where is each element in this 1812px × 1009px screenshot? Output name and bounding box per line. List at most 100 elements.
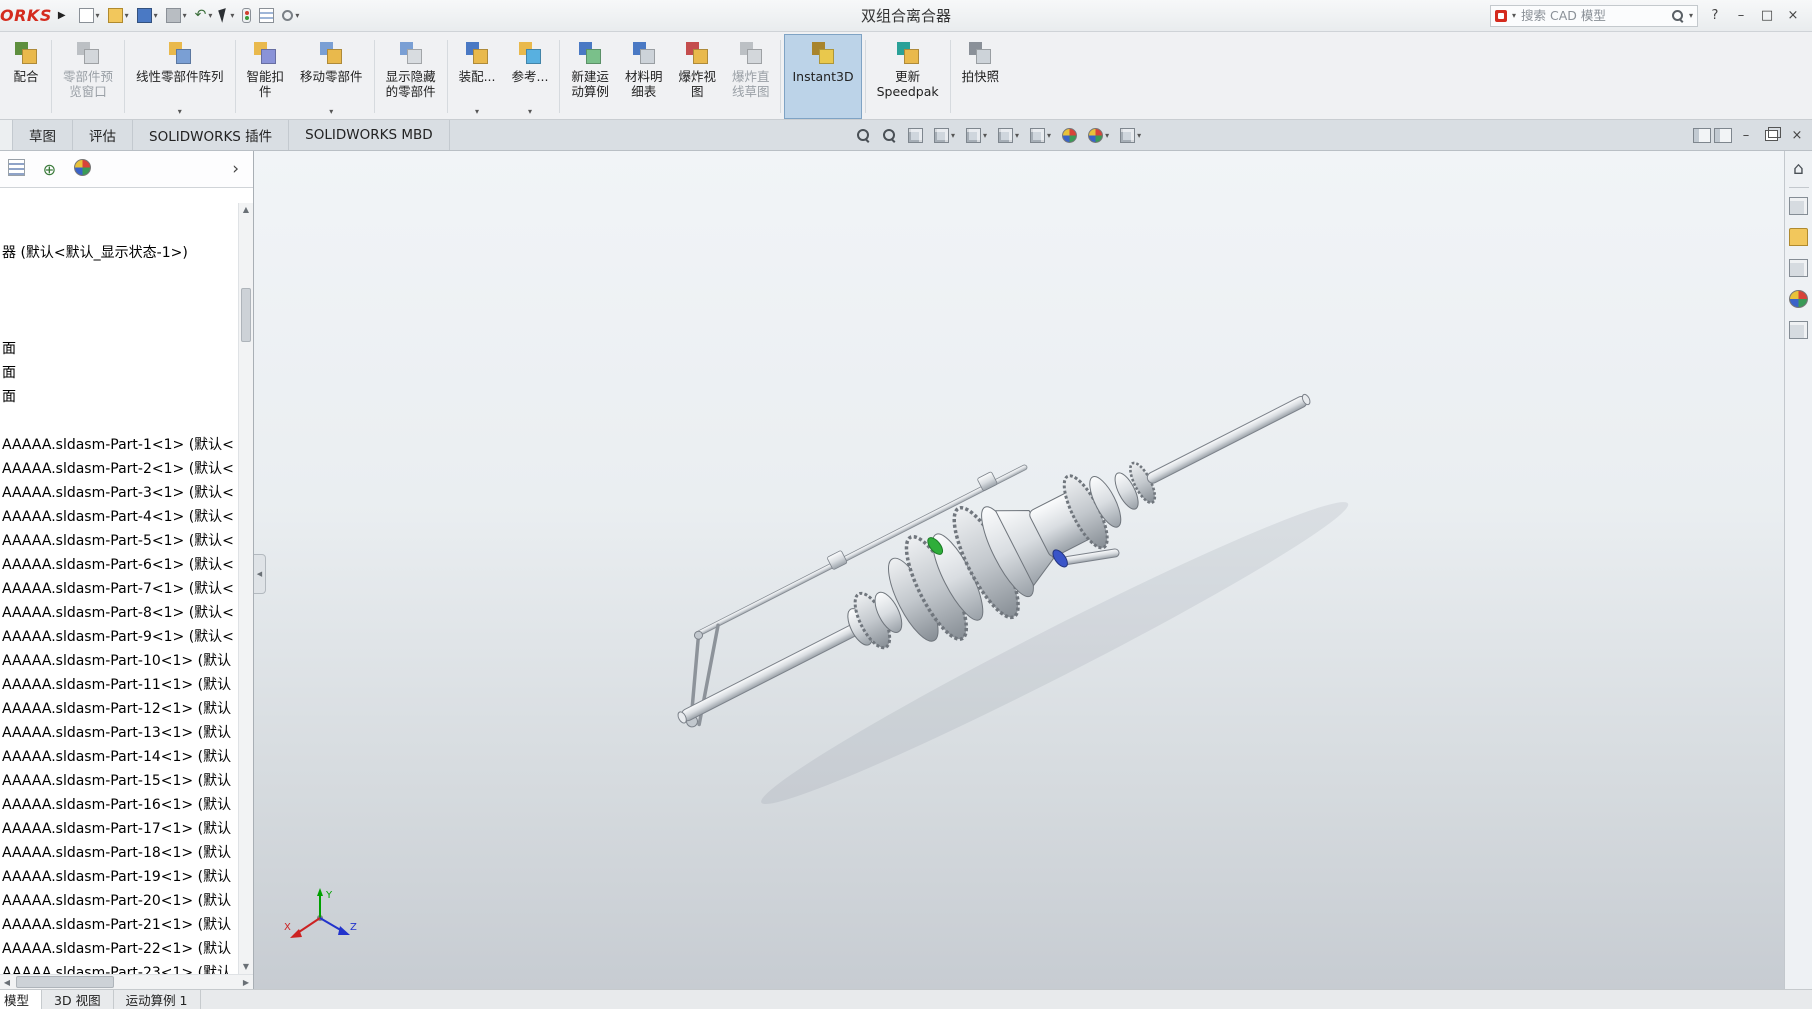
update-speedpak-button[interactable]: 更新 Speedpak xyxy=(869,34,947,119)
tree-row[interactable]: 面 xyxy=(0,337,237,361)
search-scope-dropdown[interactable]: ▾ xyxy=(1512,11,1516,20)
tree-row[interactable]: AAAAA.sldasm-Part-17<1> (默认 xyxy=(0,817,237,841)
tree-row[interactable]: AAAAA.sldasm-Part-18<1> (默认 xyxy=(0,841,237,865)
maximize-button[interactable]: □ xyxy=(1754,2,1780,30)
tree-row[interactable]: AAAAA.sldasm-Part-6<1> (默认< xyxy=(0,553,237,577)
smart-fasteners-button[interactable]: 智能扣 件 xyxy=(239,34,293,119)
scroll-up-icon[interactable]: ▲ xyxy=(239,203,253,217)
print-dropdown[interactable]: ▾ xyxy=(183,11,187,20)
move-component-button[interactable]: 移动零部件 ▾ xyxy=(292,34,371,119)
clutch-assembly-model[interactable] xyxy=(254,151,1784,989)
output-shaft[interactable] xyxy=(1145,393,1311,485)
design-library-button[interactable] xyxy=(1789,197,1808,219)
tree-row[interactable]: AAAAA.sldasm-Part-4<1> (默认< xyxy=(0,505,237,529)
doc-minimize-button[interactable]: – xyxy=(1735,128,1757,143)
new-motion-study-button[interactable]: 新建运 动算例 xyxy=(563,34,617,119)
tree-row[interactable]: 面 xyxy=(0,361,237,385)
edit-appearance-button[interactable] xyxy=(1062,127,1078,143)
display-style-button[interactable]: ▾ xyxy=(998,127,1019,143)
displaymanager-tab[interactable] xyxy=(74,158,91,180)
hide-show-items-button[interactable]: ▾ xyxy=(1030,127,1051,143)
open-button[interactable]: ▾ xyxy=(105,6,132,25)
select-dropdown[interactable]: ▾ xyxy=(230,11,234,20)
tree-row[interactable]: AAAAA.sldasm-Part-16<1> (默认 xyxy=(0,793,237,817)
tree-row[interactable]: AAAAA.sldasm-Part-7<1> (默认< xyxy=(0,577,237,601)
tree-row[interactable]: AAAAA.sldasm-Part-12<1> (默认 xyxy=(0,697,237,721)
view-settings-button[interactable]: ▾ xyxy=(1120,127,1141,143)
tree-row[interactable]: AAAAA.sldasm-Part-8<1> (默认< xyxy=(0,601,237,625)
doc-close-button[interactable]: × xyxy=(1786,128,1808,143)
menu-expand-arrow[interactable]: ▶ xyxy=(58,10,66,21)
tab-evaluate[interactable]: 评估 xyxy=(73,120,133,150)
search-scope-icon[interactable] xyxy=(1495,9,1507,22)
tree-vertical-scrollbar[interactable]: ▲ ▼ xyxy=(238,203,253,974)
tree-row[interactable]: AAAAA.sldasm-Part-9<1> (默认< xyxy=(0,625,237,649)
horizontal-scroll-thumb[interactable] xyxy=(16,976,114,988)
section-view-dropdown[interactable]: ▾ xyxy=(951,131,955,140)
exploded-view-button[interactable]: 爆炸视 图 xyxy=(670,34,724,119)
tree-row[interactable]: AAAAA.sldasm-Part-5<1> (默认< xyxy=(0,529,237,553)
file-properties-button[interactable] xyxy=(256,6,277,25)
reference-geometry-dropdown[interactable]: ▾ xyxy=(528,106,532,116)
view-orientation-button[interactable]: ▾ xyxy=(966,127,987,143)
tree-row[interactable]: AAAAA.sldasm-Part-3<1> (默认< xyxy=(0,481,237,505)
view-orientation-dropdown[interactable]: ▾ xyxy=(983,131,987,140)
take-snapshot-button[interactable]: 拍快照 xyxy=(954,34,1008,119)
zoom-to-fit-button[interactable] xyxy=(856,128,871,143)
tree-row[interactable]: AAAAA.sldasm-Part-23<1> (默认 xyxy=(0,961,237,974)
apply-scene-button[interactable]: ▾ xyxy=(1088,127,1109,143)
tree-row[interactable]: AAAAA.sldasm-Part-14<1> (默认 xyxy=(0,745,237,769)
new-document-button[interactable]: ▾ xyxy=(76,6,103,25)
view-settings-dropdown[interactable]: ▾ xyxy=(1137,131,1141,140)
hide-show-items-dropdown[interactable]: ▾ xyxy=(1047,131,1051,140)
rebuild-button[interactable] xyxy=(239,6,254,25)
print-button[interactable]: ▾ xyxy=(163,6,190,25)
new-document-dropdown[interactable]: ▾ xyxy=(96,11,100,20)
display-style-dropdown[interactable]: ▾ xyxy=(1015,131,1019,140)
search-box[interactable]: ▾ ▾ xyxy=(1490,4,1698,27)
select-button[interactable]: ▾ xyxy=(217,7,237,24)
vertical-scroll-thumb[interactable] xyxy=(241,288,251,342)
scroll-left-icon[interactable]: ◀ xyxy=(0,978,14,987)
file-explorer-button[interactable] xyxy=(1789,228,1808,250)
tab-sketch[interactable]: 草图 xyxy=(13,120,73,150)
section-view-button[interactable]: ▾ xyxy=(934,127,955,143)
tab-assembly-partial[interactable] xyxy=(0,120,13,150)
tab-solidworks-mbd[interactable]: SOLIDWORKS MBD xyxy=(289,120,450,150)
tree-row[interactable]: AAAAA.sldasm-Part-10<1> (默认 xyxy=(0,649,237,673)
tree-row[interactable]: AAAAA.sldasm-Part-13<1> (默认 xyxy=(0,721,237,745)
featuremanager-tab[interactable] xyxy=(8,158,25,180)
linear-component-pattern-button[interactable]: 线性零部件阵列 ▾ xyxy=(128,34,232,119)
bill-of-materials-button[interactable]: 材料明 细表 xyxy=(617,34,671,119)
instant3d-button[interactable]: Instant3D xyxy=(784,34,862,119)
appearances-scenes-button[interactable] xyxy=(1789,290,1808,312)
view-palette-button[interactable] xyxy=(1789,259,1808,281)
panel-collapse-handle[interactable]: ◀ xyxy=(254,554,266,594)
save-button[interactable]: ▾ xyxy=(134,6,161,25)
minimize-button[interactable]: – xyxy=(1728,2,1754,30)
undo-dropdown[interactable]: ▾ xyxy=(208,11,212,20)
tree-row[interactable]: AAAAA.sldasm-Part-19<1> (默认 xyxy=(0,865,237,889)
tree-row[interactable]: AAAAA.sldasm-Part-1<1> (默认< xyxy=(0,433,237,457)
open-dropdown[interactable]: ▾ xyxy=(125,11,129,20)
solidworks-resources-button[interactable]: ⌂ xyxy=(1789,159,1808,178)
linear-component-pattern-dropdown[interactable]: ▾ xyxy=(178,106,182,116)
tab-model[interactable]: 模型 xyxy=(0,990,43,1009)
assembly-features-button[interactable]: 装配... ▾ xyxy=(451,34,504,119)
close-button[interactable]: × xyxy=(1780,2,1806,30)
tab-3d-views[interactable]: 3D 视图 xyxy=(42,990,114,1009)
reference-geometry-button[interactable]: 参考... ▾ xyxy=(504,34,557,119)
search-dropdown[interactable]: ▾ xyxy=(1689,11,1693,20)
tree-row[interactable]: AAAAA.sldasm-Part-11<1> (默认 xyxy=(0,673,237,697)
tree-horizontal-scrollbar[interactable]: ◀ ▶ xyxy=(0,974,253,989)
tree-row[interactable]: AAAAA.sldasm-Part-20<1> (默认 xyxy=(0,889,237,913)
propertymanager-tab[interactable]: ⊕ xyxy=(41,160,58,179)
previous-view-button[interactable] xyxy=(908,127,923,143)
graphics-viewport[interactable]: Y X Z ◀ xyxy=(254,151,1784,989)
scroll-right-icon[interactable]: ▶ xyxy=(239,978,253,987)
tree-row[interactable]: 器 (默认<默认_显示状态-1>) xyxy=(0,241,237,265)
tab-solidworks-addins[interactable]: SOLIDWORKS 插件 xyxy=(133,120,290,150)
tab-motion-study-1[interactable]: 运动算例 1 xyxy=(114,990,201,1009)
move-component-dropdown[interactable]: ▾ xyxy=(329,106,333,116)
tree-row[interactable]: AAAAA.sldasm-Part-2<1> (默认< xyxy=(0,457,237,481)
